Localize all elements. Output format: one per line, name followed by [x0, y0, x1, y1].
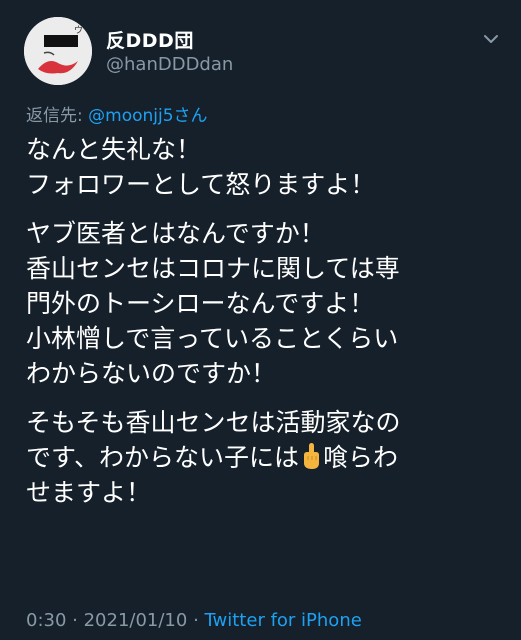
tweet-line: わからないのですか！: [26, 359, 277, 388]
tweet-line: 香山センセはコロナに関しては専: [26, 254, 400, 283]
tweet-line: なんと失礼な！: [26, 135, 202, 164]
tweet-time[interactable]: 0:30: [26, 610, 66, 631]
tweet-header: ウ 反DDD団 @hanDDDdan: [0, 0, 521, 100]
chevron-down-icon[interactable]: [480, 28, 502, 50]
reply-to-line: 返信先: @moonjj5さん: [26, 101, 208, 126]
meta-separator: ·: [187, 610, 205, 631]
tweet-paragraph-1: なんと失礼な！ フォロワーとして怒りますよ！: [26, 132, 506, 202]
middle-finger-emoji-icon: [304, 443, 320, 469]
display-name[interactable]: 反DDD団: [106, 26, 194, 53]
tweet-line: せますよ！: [26, 478, 152, 507]
tweet-line: 小林憎しで言っていることくらい: [26, 324, 399, 353]
avatar[interactable]: ウ: [24, 17, 92, 85]
tweet-paragraph-2: ヤブ医者とはなんですか！ 香山センセはコロナに関しては専 門外のトーシローなんで…: [26, 216, 506, 391]
tweet-line: フォロワーとして怒りますよ！: [26, 170, 376, 199]
tweet-line-part: 喰らわ: [323, 443, 399, 472]
tweet-line-part: です、わからない子には: [26, 443, 300, 472]
tweet-line: 門外のトーシローなんですよ！: [26, 289, 375, 318]
svg-text:ウ: ウ: [74, 25, 83, 36]
tweet-date[interactable]: 2021/01/10: [84, 610, 188, 631]
tweet-paragraph-3: そもそも香山センセは活動家なの です、わからない子には 喰らわ せますよ！: [26, 405, 506, 510]
reply-prefix: 返信先:: [26, 106, 89, 126]
tweet-line: ヤブ医者とはなんですか！: [26, 219, 325, 248]
meta-separator: ·: [66, 610, 84, 631]
tweet-line: そもそも香山センセは活動家なの: [26, 408, 401, 437]
tweet-source-link[interactable]: Twitter for iPhone: [205, 610, 362, 631]
user-handle[interactable]: @hanDDDdan: [106, 54, 233, 75]
tweet-line: です、わからない子には 喰らわ: [26, 440, 506, 475]
tweet-meta: 0:30 · 2021/01/10 · Twitter for iPhone: [26, 610, 362, 631]
reply-mention-link[interactable]: @moonjj5さん: [88, 106, 207, 126]
avatar-face-icon: ウ: [24, 17, 92, 85]
tweet-text: なんと失礼な！ フォロワーとして怒りますよ！ ヤブ医者とはなんですか！ 香山セン…: [26, 132, 506, 524]
